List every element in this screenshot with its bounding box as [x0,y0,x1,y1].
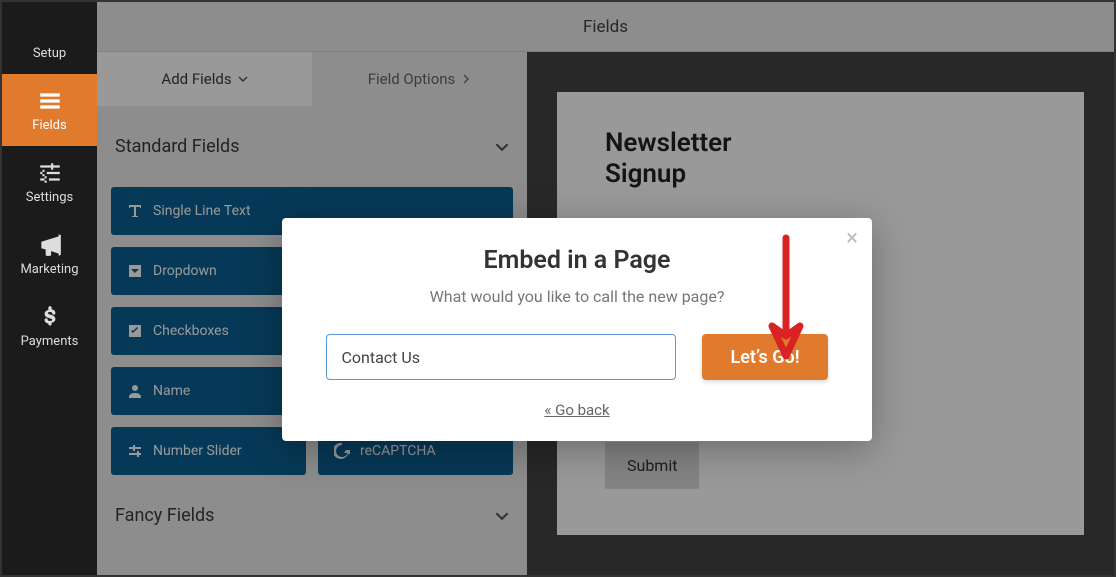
field-label: Dropdown [153,263,217,279]
field-label: Number Slider [153,443,242,459]
tab-add-fields[interactable]: Add Fields [97,52,312,106]
lets-go-button[interactable]: Let’s Go! [702,334,827,380]
modal-subtitle: What would you like to call the new page… [314,287,840,306]
text-icon [127,203,143,219]
chevron-down-icon [495,140,509,154]
chevron-down-icon [495,509,509,523]
tab-label: Add Fields [161,70,231,88]
sidebar-item-settings[interactable]: Settings [2,146,97,218]
user-icon [127,383,143,399]
sidebar-item-payments[interactable]: Payments [2,290,97,362]
close-icon[interactable]: × [846,228,858,250]
gear-icon [37,16,63,42]
bullhorn-icon [37,232,63,258]
list-icon [37,88,63,114]
chevron-right-icon [461,74,471,84]
field-label: Name [153,383,190,399]
section-fancy-fields[interactable]: Fancy Fields [111,497,513,538]
google-icon [334,443,350,459]
embed-modal: × Embed in a Page What would you like to… [282,218,872,441]
dollar-icon [37,304,63,330]
field-number-slider[interactable]: Number Slider [111,427,306,475]
sidebar-label: Marketing [20,262,78,277]
sidebar-item-fields[interactable]: Fields [2,74,97,146]
caret-square-icon [127,263,143,279]
sidebar-item-marketing[interactable]: Marketing [2,218,97,290]
section-label: Fancy Fields [115,505,214,526]
field-label: Checkboxes [153,323,229,339]
field-label: Single Line Text [153,203,251,219]
sidebar: Setup Fields Settings Marketing Payments [2,2,97,575]
section-label: Standard Fields [115,136,240,157]
go-back-link[interactable]: « Go back [544,401,609,419]
sliders-icon [127,443,143,459]
chevron-down-icon [238,74,248,84]
sliders-icon [37,160,63,186]
page-title: Fields [97,2,1114,52]
sidebar-label: Setup [33,46,66,61]
submit-button[interactable]: Submit [605,442,699,489]
preview-heading: Newsletter Signup [605,128,785,190]
tab-label: Field Options [368,70,456,88]
sidebar-label: Fields [32,118,66,133]
check-square-icon [127,323,143,339]
section-standard-fields[interactable]: Standard Fields [111,128,513,169]
tab-field-options[interactable]: Field Options [312,52,527,106]
sidebar-label: Settings [26,190,73,205]
sidebar-label: Payments [21,334,79,349]
field-label: reCAPTCHA [360,443,436,459]
sidebar-item-setup[interactable]: Setup [2,2,97,74]
page-name-input[interactable] [326,334,676,380]
modal-title: Embed in a Page [314,246,840,275]
